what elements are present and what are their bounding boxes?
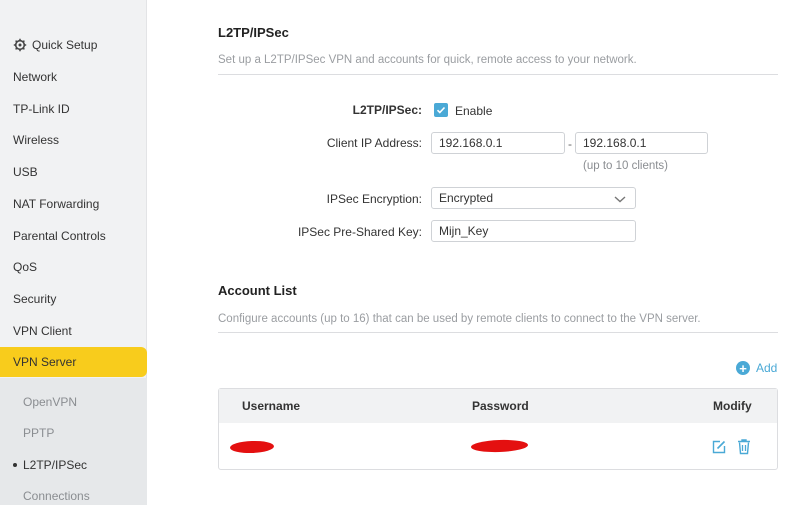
divider xyxy=(218,332,778,333)
psk-value: Mijn_Key xyxy=(439,224,489,238)
ipsec-encryption-value: Encrypted xyxy=(439,191,494,205)
submenu-item-openvpn[interactable]: OpenVPN xyxy=(0,388,147,416)
sidebar-item-nat-forwarding[interactable]: NAT Forwarding xyxy=(0,189,147,219)
gear-icon xyxy=(13,38,27,52)
sidebar-item-label: Parental Controls xyxy=(13,229,106,243)
sidebar-item-label: USB xyxy=(13,165,38,179)
sidebar-item-security[interactable]: Security xyxy=(0,284,147,314)
add-label: Add xyxy=(756,361,778,375)
main-content: L2TP/IPSec Set up a L2TP/IPSec VPN and a… xyxy=(147,0,799,505)
divider xyxy=(218,74,778,75)
sidebar-item-network[interactable]: Network xyxy=(0,62,147,92)
client-ip-end-input[interactable]: 192.168.0.1 xyxy=(575,132,708,154)
sidebar-item-label: Security xyxy=(13,292,57,306)
client-limit-hint: (up to 10 clients) xyxy=(583,160,669,172)
sidebar-item-qos[interactable]: QoS xyxy=(0,252,147,282)
sidebar-item-label: VPN Server xyxy=(13,355,77,369)
sidebar-item-parental-controls[interactable]: Parental Controls xyxy=(0,221,147,251)
l2tp-enable-label: L2TP/IPSec: xyxy=(352,103,422,117)
submenu-item-label: Connections xyxy=(23,489,90,503)
add-account-button[interactable]: + Add xyxy=(736,361,777,375)
sidebar-item-label: NAT Forwarding xyxy=(13,197,100,211)
sidebar-item-label: TP-Link ID xyxy=(13,102,70,116)
sidebar-item-quick-setup[interactable]: Quick Setup xyxy=(0,30,147,60)
submenu-item-l2tp-ipsec[interactable]: L2TP/IPSec xyxy=(0,451,147,479)
sidebar-item-label: VPN Client xyxy=(13,324,72,338)
client-ip-start-input[interactable]: 192.168.0.1 xyxy=(431,132,565,154)
edit-icon[interactable] xyxy=(711,439,727,455)
submenu-item-label: PPTP xyxy=(23,426,55,440)
client-ip-end-value: 192.168.0.1 xyxy=(583,136,647,150)
table-header: Username Password Modify xyxy=(219,389,777,423)
section-description-accounts: Configure accounts (up to 16) that can b… xyxy=(218,313,701,325)
vpn-server-submenu: OpenVPN PPTP L2TP/IPSec Connections xyxy=(0,378,147,505)
sidebar: Quick Setup Network TP-Link ID Wireless … xyxy=(0,0,147,505)
section-title-l2tp: L2TP/IPSec xyxy=(218,25,289,40)
column-header-username: Username xyxy=(242,399,301,413)
sidebar-item-usb[interactable]: USB xyxy=(0,157,147,187)
sidebar-item-label: Wireless xyxy=(13,133,60,147)
redacted-password xyxy=(470,439,529,453)
sidebar-item-label: Network xyxy=(13,70,58,84)
chevron-down-icon xyxy=(614,193,626,207)
ipsec-encryption-select[interactable]: Encrypted xyxy=(431,187,636,209)
trash-icon[interactable] xyxy=(736,438,752,454)
current-indicator-dot xyxy=(13,463,17,467)
column-header-password: Password xyxy=(472,399,529,413)
redacted-username xyxy=(229,440,275,454)
section-title-accounts: Account List xyxy=(218,283,297,298)
sidebar-item-wireless[interactable]: Wireless xyxy=(0,125,147,155)
account-table: Username Password Modify xyxy=(218,388,778,470)
psk-input[interactable]: Mijn_Key xyxy=(431,220,636,242)
sidebar-item-tplink-id[interactable]: TP-Link ID xyxy=(0,94,147,124)
enable-checkbox[interactable] xyxy=(434,103,448,117)
sidebar-item-vpn-client[interactable]: VPN Client xyxy=(0,316,147,346)
sidebar-item-vpn-server[interactable]: VPN Server xyxy=(0,347,147,377)
submenu-item-pptp[interactable]: PPTP xyxy=(0,419,147,447)
sidebar-item-label: QoS xyxy=(13,260,38,274)
submenu-item-label: OpenVPN xyxy=(23,395,78,409)
client-ip-start-value: 192.168.0.1 xyxy=(439,136,503,150)
check-icon xyxy=(436,106,446,114)
client-ip-label: Client IP Address: xyxy=(326,136,422,150)
ip-range-separator: - xyxy=(568,137,572,151)
submenu-item-label: L2TP/IPSec xyxy=(23,458,88,472)
psk-label: IPSec Pre-Shared Key: xyxy=(297,225,422,239)
sidebar-item-label: Quick Setup xyxy=(32,38,98,52)
ipsec-encryption-label: IPSec Encryption: xyxy=(326,192,422,206)
enable-label: Enable xyxy=(455,104,493,118)
column-header-modify: Modify xyxy=(713,399,752,413)
submenu-item-connections[interactable]: Connections xyxy=(0,482,147,505)
plus-icon: + xyxy=(736,361,750,375)
section-description-l2tp: Set up a L2TP/IPSec VPN and accounts for… xyxy=(218,54,637,66)
